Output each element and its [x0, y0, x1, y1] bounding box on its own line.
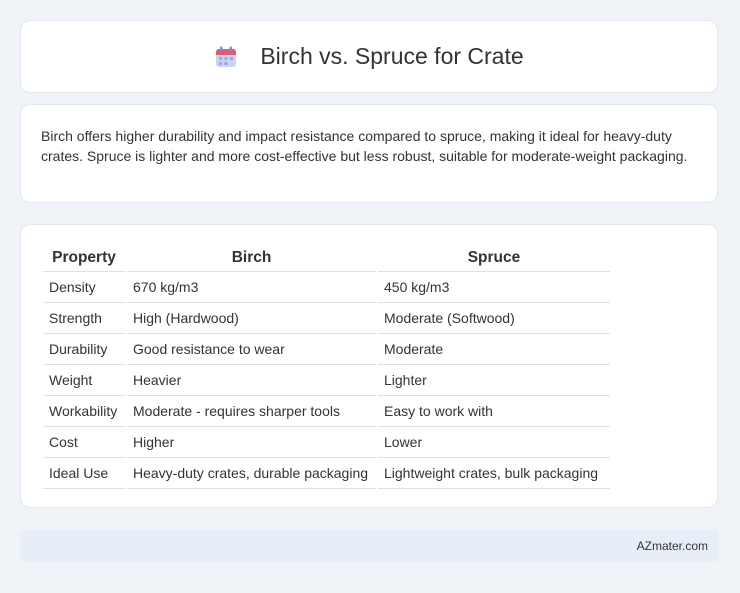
- cell-property: Workability: [43, 396, 125, 427]
- title-row: Birch vs. Spruce for Crate: [214, 43, 524, 70]
- cell-spruce: Moderate: [378, 334, 610, 365]
- cell-property: Cost: [43, 427, 125, 458]
- cell-property: Strength: [43, 303, 125, 334]
- header-birch: Birch: [127, 245, 376, 272]
- comparison-table: Property Birch Spruce Density 670 kg/m3 …: [41, 245, 612, 489]
- table-row: Workability Moderate - requires sharper …: [43, 396, 610, 427]
- footer-link[interactable]: AZmater.com: [637, 539, 708, 553]
- cell-spruce: Lower: [378, 427, 610, 458]
- cell-spruce: Easy to work with: [378, 396, 610, 427]
- calendar-icon: [214, 45, 238, 69]
- cell-property: Weight: [43, 365, 125, 396]
- table-header-row: Property Birch Spruce: [43, 245, 610, 272]
- cell-spruce: Moderate (Softwood): [378, 303, 610, 334]
- cell-birch: High (Hardwood): [127, 303, 376, 334]
- cell-birch: Moderate - requires sharper tools: [127, 396, 376, 427]
- cell-property: Density: [43, 272, 125, 303]
- table-row: Cost Higher Lower: [43, 427, 610, 458]
- table-row: Strength High (Hardwood) Moderate (Softw…: [43, 303, 610, 334]
- table-row: Weight Heavier Lighter: [43, 365, 610, 396]
- table-row: Ideal Use Heavy-duty crates, durable pac…: [43, 458, 610, 489]
- cell-birch: Higher: [127, 427, 376, 458]
- cell-spruce: Lightweight crates, bulk packaging: [378, 458, 610, 489]
- header-spruce: Spruce: [378, 245, 610, 272]
- footer: AZmater.com: [20, 529, 718, 562]
- cell-property: Ideal Use: [43, 458, 125, 489]
- header-property: Property: [43, 245, 125, 272]
- title-card: Birch vs. Spruce for Crate: [20, 20, 718, 93]
- cell-spruce: Lighter: [378, 365, 610, 396]
- table-row: Durability Good resistance to wear Moder…: [43, 334, 610, 365]
- page-title: Birch vs. Spruce for Crate: [260, 43, 524, 69]
- cell-birch: Good resistance to wear: [127, 334, 376, 365]
- cell-birch: 670 kg/m3: [127, 272, 376, 303]
- summary-text: Birch offers higher durability and impac…: [41, 128, 688, 164]
- cell-birch: Heavier: [127, 365, 376, 396]
- cell-property: Durability: [43, 334, 125, 365]
- cell-birch: Heavy-duty crates, durable packaging: [127, 458, 376, 489]
- summary-card: Birch offers higher durability and impac…: [20, 104, 718, 203]
- comparison-table-card: Property Birch Spruce Density 670 kg/m3 …: [20, 224, 718, 508]
- table-row: Density 670 kg/m3 450 kg/m3: [43, 272, 610, 303]
- cell-spruce: 450 kg/m3: [378, 272, 610, 303]
